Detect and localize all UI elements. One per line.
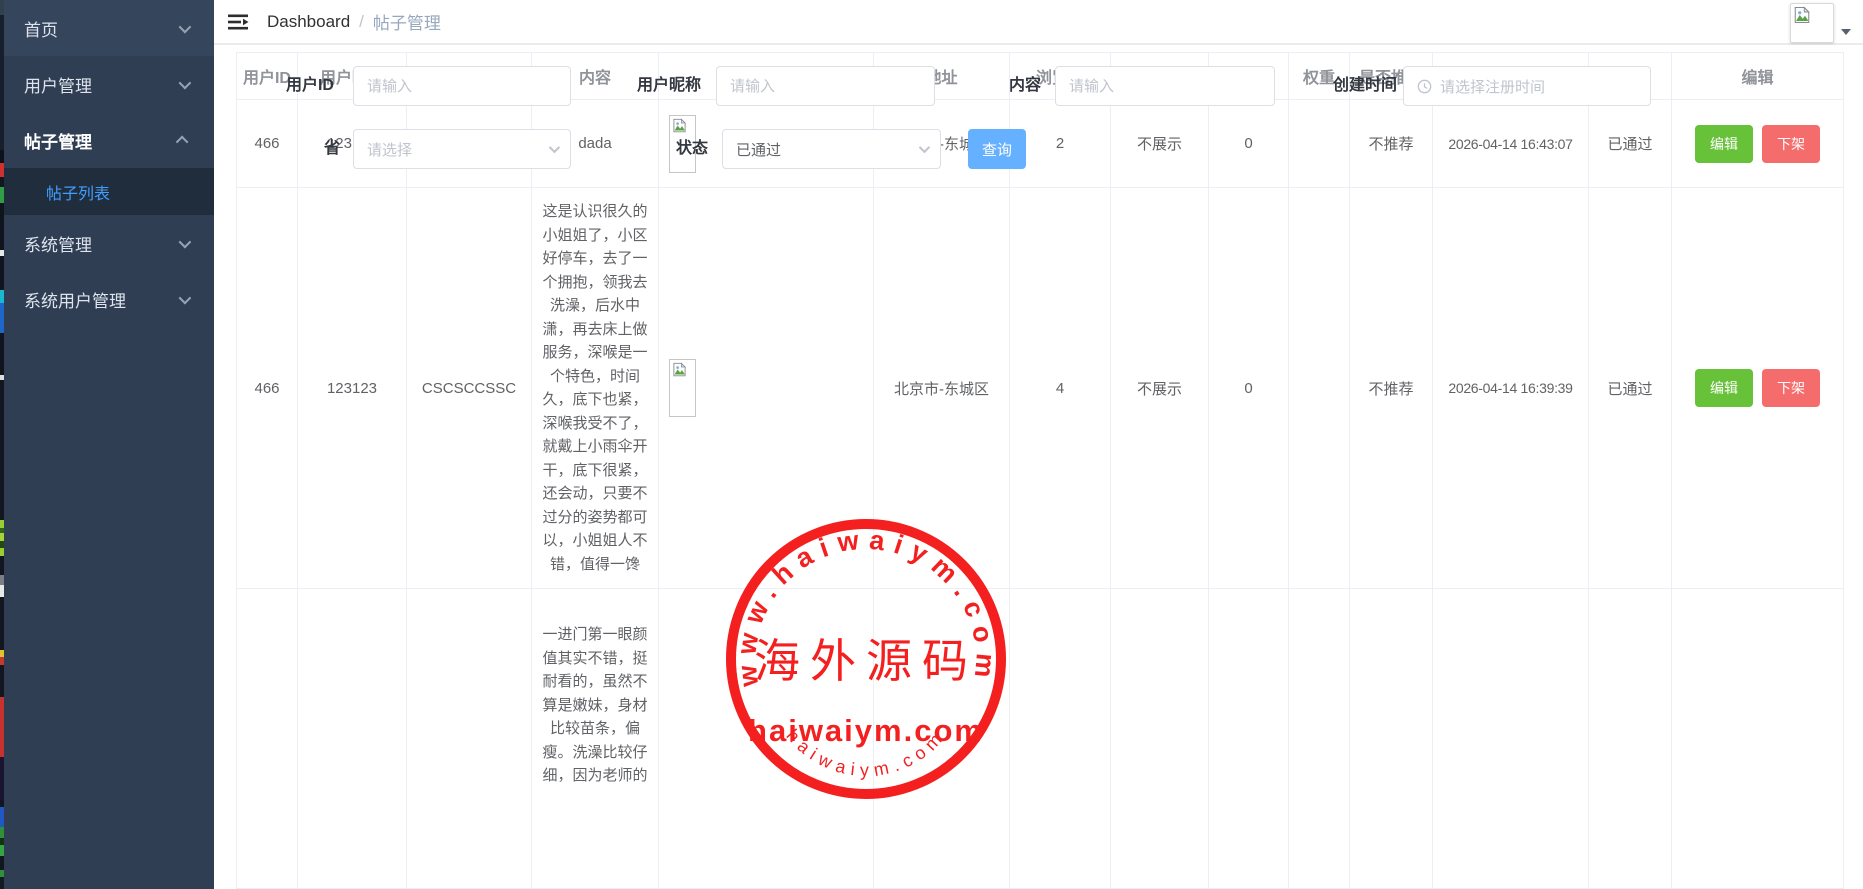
- cell-actions: 编辑下架: [1672, 188, 1844, 589]
- cell-user-id: 466: [237, 188, 298, 589]
- sidebar-item-label: 用户管理: [24, 72, 179, 97]
- chevron-down-icon: [179, 76, 192, 89]
- cell-nickname: 123123: [298, 188, 407, 589]
- chevron-down-icon: [549, 142, 560, 153]
- cell-actions: [1672, 589, 1844, 889]
- created-time-label: 创建时间: [1297, 66, 1397, 106]
- chevron-down-icon: [179, 235, 192, 248]
- sidebar-item-home[interactable]: 首页: [4, 0, 214, 56]
- sidebar-item-post-list[interactable]: 帖子列表: [4, 168, 214, 215]
- user-id-label: 用户ID: [234, 66, 334, 106]
- nickname-label: 用户昵称: [601, 66, 701, 106]
- image-placeholder[interactable]: [669, 359, 696, 417]
- chevron-down-icon: [919, 142, 930, 153]
- cell-nickname: [298, 589, 407, 889]
- created-time-placeholder: 请选择注册时间: [1440, 76, 1545, 97]
- created-time-picker[interactable]: 请选择注册时间: [1403, 66, 1651, 106]
- cell-user-id: [237, 589, 298, 889]
- status-label: 状态: [608, 129, 708, 169]
- table-row: 466 123123 CSCSCCSSC 这是认识很久的小姐姐了，小区好停车，去…: [237, 188, 1844, 589]
- cell-top: 0: [1209, 188, 1289, 589]
- sidebar-item-post-management[interactable]: 帖子管理: [4, 112, 214, 168]
- remove-button[interactable]: 下架: [1762, 369, 1820, 407]
- caret-down-icon[interactable]: [1841, 29, 1851, 35]
- cell-weight: [1289, 188, 1350, 589]
- edit-button[interactable]: 编辑: [1695, 369, 1753, 407]
- cell-image: [659, 589, 874, 889]
- chevron-down-icon: [179, 20, 192, 33]
- cell-image: [659, 188, 874, 589]
- app-root: 首页 用户管理 帖子管理 帖子列表 系统管理 系统用户管理: [0, 0, 1863, 889]
- sidebar-item-label: 系统用户管理: [24, 287, 179, 312]
- cell-recommend: 不推荐: [1350, 100, 1433, 188]
- status-value: 已通过: [736, 139, 781, 160]
- posts-table: 用户ID 用户昵称 标题 内容 图片地址 地址 浏览量 是否展示 置顶值 权重 …: [236, 52, 1844, 889]
- cell-created: 2026-04-14 16:43:07: [1433, 100, 1589, 188]
- province-label: 省: [240, 129, 340, 169]
- table-row: 一进门第一眼颜值其实不错，挺耐看的，虽然不算是嫩妹，身材比较苗条，偏瘦。洗澡比较…: [237, 589, 1844, 889]
- filter-form: 用户ID 用户昵称 内容 创建时间 请选择注册时间 省 请选择: [214, 45, 1863, 52]
- broken-image-icon: [672, 362, 687, 377]
- topbar: Dashboard / 帖子管理: [214, 0, 1863, 45]
- breadcrumb-dashboard[interactable]: Dashboard: [267, 12, 350, 32]
- cell-created: [1433, 589, 1589, 889]
- sidebar-item-user-management[interactable]: 用户管理: [4, 56, 214, 112]
- cell-actions: 编辑下架: [1672, 100, 1844, 188]
- cell-title: CSCSCCSSC: [407, 188, 532, 589]
- cell-show: 不展示: [1111, 188, 1209, 589]
- sidebar-item-label: 帖子列表: [46, 180, 110, 204]
- province-select[interactable]: 请选择: [353, 129, 571, 169]
- breadcrumb-current: 帖子管理: [373, 9, 441, 34]
- status-select[interactable]: 已通过: [722, 129, 941, 169]
- broken-image-icon: [1793, 6, 1811, 24]
- sidebar-item-label: 首页: [24, 16, 179, 41]
- cell-content: 这是认识很久的小姐姐了，小区好停车，去了一个拥抱，领我去洗澡，后水中潇，再去床上…: [532, 188, 659, 589]
- cell-title: [407, 589, 532, 889]
- breadcrumb: Dashboard / 帖子管理: [267, 9, 441, 34]
- sidebar-item-label: 系统管理: [24, 231, 179, 256]
- cell-created: 2026-04-14 16:39:39: [1433, 188, 1589, 589]
- main-content: Dashboard / 帖子管理 用户ID 用户昵称: [214, 0, 1863, 889]
- cell-address: 北京市-东城区: [874, 188, 1010, 589]
- cell-top: 0: [1209, 100, 1289, 188]
- sidebar-item-system-user-management[interactable]: 系统用户管理: [4, 271, 214, 327]
- cell-recommend: [1350, 589, 1433, 889]
- col-edit: 编辑: [1672, 53, 1844, 100]
- remove-button[interactable]: 下架: [1762, 125, 1820, 163]
- cell-address: [874, 589, 1010, 889]
- content-label: 内容: [941, 66, 1041, 106]
- cell-views: [1010, 589, 1111, 889]
- cell-recommend: 不推荐: [1350, 188, 1433, 589]
- posts-table-wrap: 用户ID 用户昵称 标题 内容 图片地址 地址 浏览量 是否展示 置顶值 权重 …: [236, 52, 1863, 889]
- avatar[interactable]: [1790, 3, 1834, 43]
- search-button[interactable]: 查询: [968, 129, 1026, 169]
- cell-content: 一进门第一眼颜值其实不错，挺耐看的，虽然不算是嫩妹，身材比较苗条，偏瘦。洗澡比较…: [532, 589, 659, 889]
- cell-weight: [1289, 589, 1350, 889]
- content-input[interactable]: [1055, 66, 1275, 106]
- province-placeholder: 请选择: [367, 139, 412, 160]
- hamburger-icon[interactable]: [228, 13, 249, 31]
- breadcrumb-separator: /: [359, 12, 364, 32]
- user-menu: [1790, 3, 1851, 43]
- cell-status: 已通过: [1589, 188, 1672, 589]
- sidebar: 首页 用户管理 帖子管理 帖子列表 系统管理 系统用户管理: [4, 0, 214, 889]
- sidebar-item-system-management[interactable]: 系统管理: [4, 215, 214, 271]
- sidebar-item-label: 帖子管理: [24, 128, 179, 153]
- cell-status: 已通过: [1589, 100, 1672, 188]
- chevron-down-icon: [179, 291, 192, 304]
- nickname-input[interactable]: [716, 66, 935, 106]
- edit-button[interactable]: 编辑: [1695, 125, 1753, 163]
- cell-show: [1111, 589, 1209, 889]
- cell-views: 4: [1010, 188, 1111, 589]
- cell-show: 不展示: [1111, 100, 1209, 188]
- cell-status: [1589, 589, 1672, 889]
- user-id-input[interactable]: [353, 66, 571, 106]
- cell-weight: [1289, 100, 1350, 188]
- clock-icon: [1417, 79, 1432, 94]
- cell-top: [1209, 589, 1289, 889]
